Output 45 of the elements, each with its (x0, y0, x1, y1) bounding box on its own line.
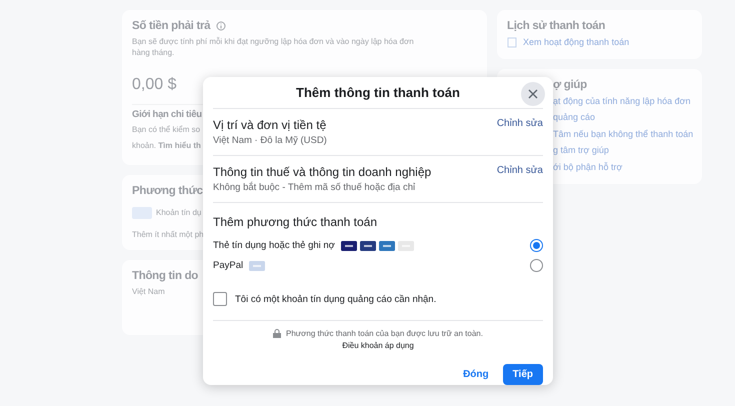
help-link[interactable]: ạt động của tính năng lập hóa đơn (553, 94, 691, 108)
section-subtitle: Không bắt buộc - Thêm mã số thuế hoặc địa chỉ (213, 182, 416, 194)
card-logo-icon (340, 240, 357, 251)
card-description: Bạn có thể kiểm so (132, 124, 200, 136)
card-description: Việt Nam (132, 286, 165, 298)
credit-label: Tôi có một khoản tín dụng quảng cáo cần nhận. (235, 294, 436, 305)
card-title: ợ giúp (553, 78, 587, 91)
dialog-title: Thêm thông tin thanh toán (296, 85, 460, 100)
method-radio[interactable] (530, 239, 543, 252)
close-icon (528, 89, 538, 99)
help-link[interactable]: Xem hoạt động thanh toán (523, 36, 630, 49)
method-label: PayPal (213, 260, 244, 272)
close-button[interactable] (521, 82, 545, 106)
credit-item: Khoản tín dụ (156, 207, 202, 219)
section-title: Giới hạn chi tiêu (132, 109, 202, 120)
help-link[interactable]: g tâm trợ giúp (553, 144, 609, 157)
credit-icon (132, 207, 152, 219)
methods-title: Thêm phương thức thanh toán (213, 215, 378, 230)
method-label: Thẻ tín dụng hoặc thẻ ghi nợ (213, 240, 335, 252)
lock-icon (273, 329, 282, 338)
paypal-logo-icon (249, 260, 266, 271)
card-description: Bạn sẽ được tính phí mỗi khi đạt ngưỡng lập hóa đơn và vào ngày lập hóa đơn hàng tháng. (132, 36, 415, 58)
card-logo-icon (378, 240, 395, 251)
credit-checkbox[interactable] (213, 292, 227, 306)
section-title: Vị trí và đơn vị tiền tệ (213, 118, 327, 132)
terms-link[interactable]: Điều khoản áp dụng (342, 341, 414, 350)
close-link[interactable]: Đóng (459, 364, 493, 386)
security-note: Phương thức thanh toán của bạn được lưu trữ an toàn. (286, 329, 483, 338)
edit-link[interactable]: Chỉnh sửa (496, 118, 543, 146)
card-logo-icon (360, 240, 376, 251)
section-title: Thông tin thuế và thông tin doanh nghiệp (213, 165, 432, 180)
card-title: Số tiền phải trả (132, 20, 210, 32)
card-description: khoản. Tìm hiểu th (132, 140, 201, 151)
help-link[interactable]: quảng cáo (553, 111, 596, 124)
section-subtitle: Việt Nam · Đô la Mỹ (USD) (213, 135, 327, 146)
help-link[interactable]: ới bộ phận hỗ trợ (553, 160, 622, 174)
help-link[interactable]: Tâm nếu bạn không thể thanh toán (553, 128, 694, 140)
card-title: Thông tin do (132, 270, 198, 282)
next-button[interactable]: Tiếp (502, 364, 543, 386)
method-radio[interactable] (530, 259, 543, 272)
card-title: Phương thức (132, 185, 203, 197)
edit-link[interactable]: Chỉnh sửa (496, 165, 543, 194)
card-title: Lịch sử thanh toán (507, 20, 606, 32)
receipt-icon (507, 36, 517, 48)
card-note: Thêm ít nhất một ph (132, 229, 204, 240)
